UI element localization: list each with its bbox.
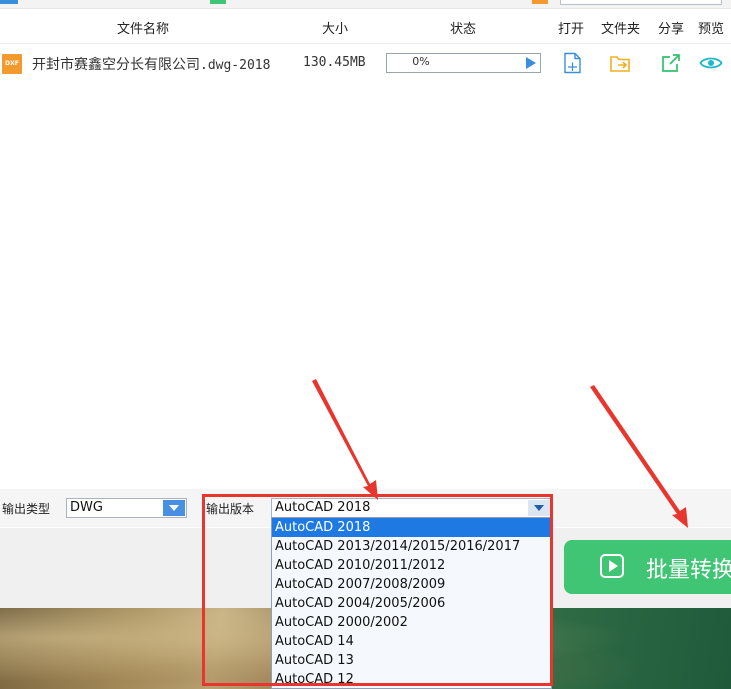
annotation-arrows xyxy=(312,379,688,528)
red-arrow-icon xyxy=(590,385,688,528)
red-arrow-icon xyxy=(312,379,378,500)
